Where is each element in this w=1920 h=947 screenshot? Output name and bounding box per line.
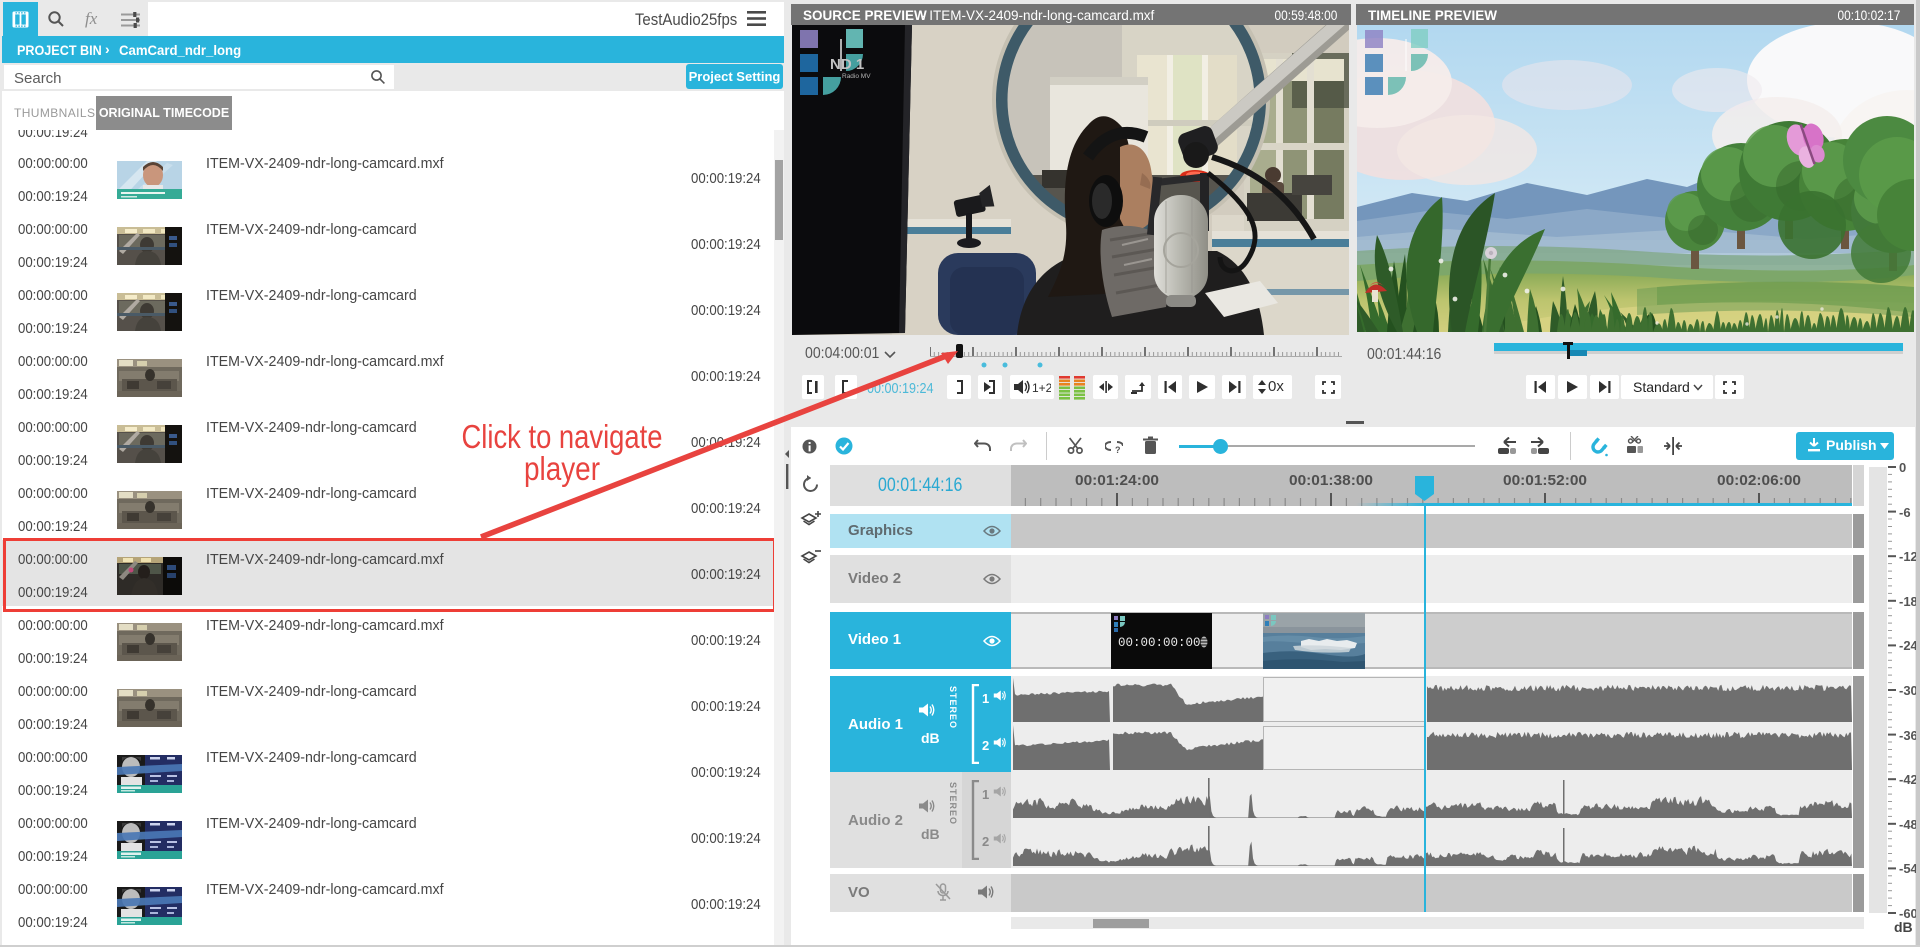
- svg-text:?: ?: [1115, 445, 1121, 454]
- svg-text:00:01:38:00: 00:01:38:00: [1289, 472, 1373, 489]
- svg-text:Radio MV: Radio MV: [842, 73, 871, 80]
- svg-text:1+2: 1+2: [1032, 381, 1051, 395]
- svg-text:00:01:24:00: 00:01:24:00: [1075, 472, 1159, 489]
- svg-text:ND 1: ND 1: [830, 56, 864, 73]
- svg-text:00:01:52:00: 00:01:52:00: [1503, 472, 1587, 489]
- svg-text:00:02:06:00: 00:02:06:00: [1717, 472, 1801, 489]
